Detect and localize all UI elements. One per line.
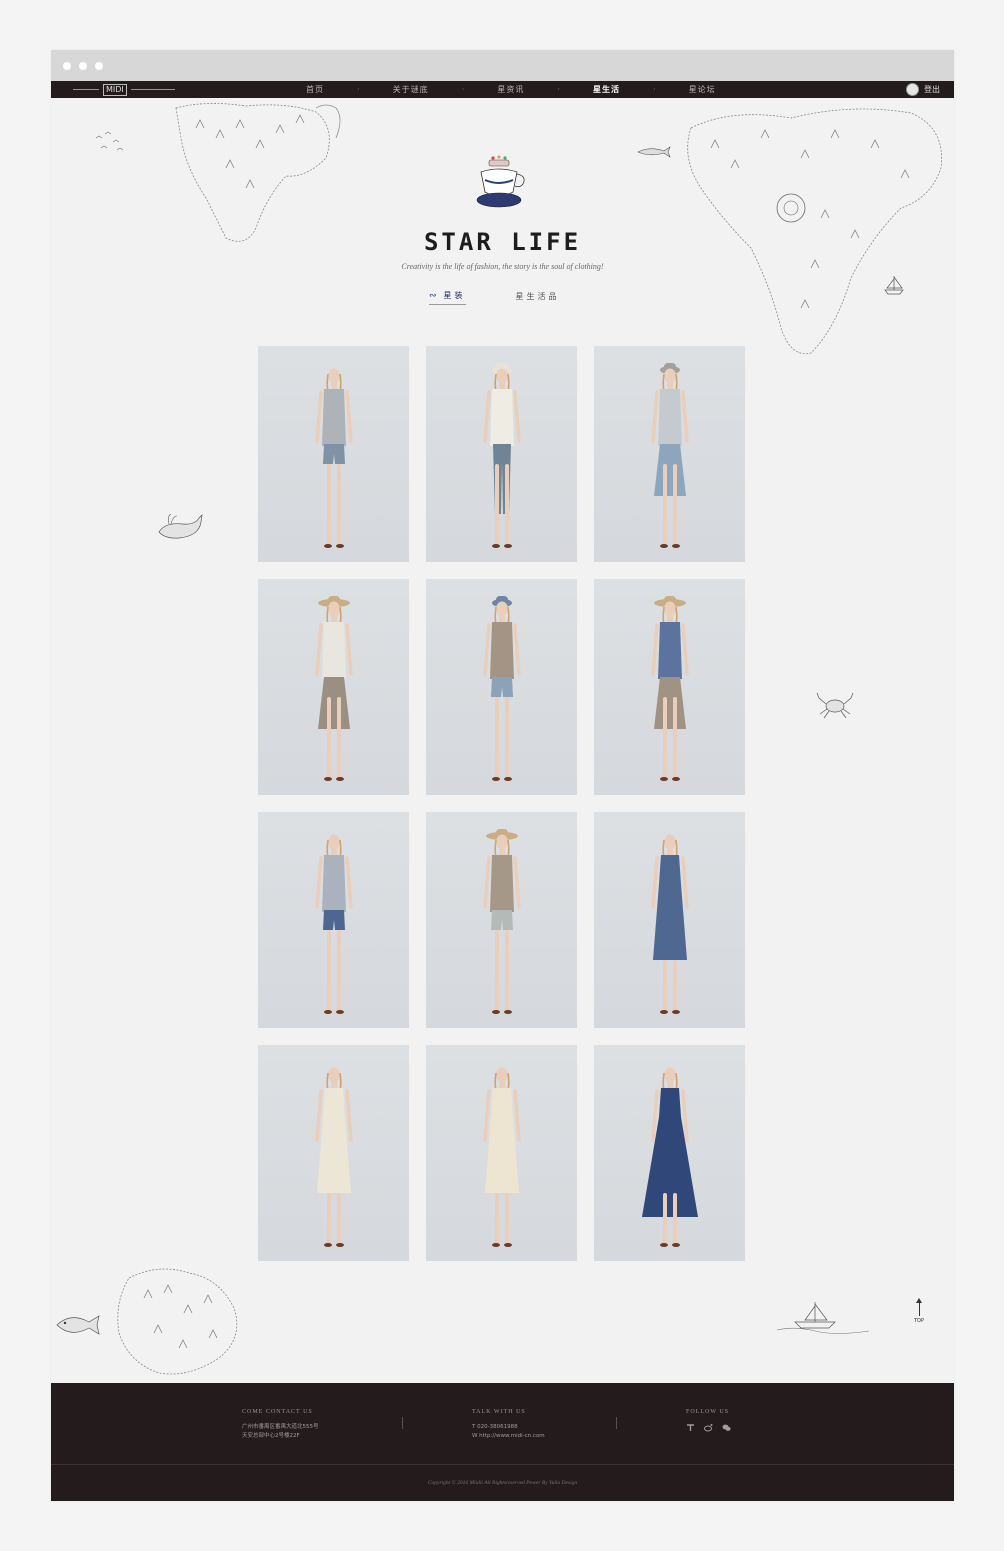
model-figure xyxy=(314,834,353,1014)
outfit-photo[interactable] xyxy=(426,812,577,1028)
outfit-photo[interactable] xyxy=(594,579,745,795)
whale-icon xyxy=(158,513,203,539)
tab-label: 星装 xyxy=(443,291,466,300)
site-logo[interactable]: MIDI xyxy=(73,83,175,96)
model-figure xyxy=(482,363,521,548)
page-title: STAR LIFE xyxy=(423,228,582,256)
footer: COME CONTACT US 广州市番禺区番禺大道北555号 天安总部中心2号… xyxy=(51,1383,954,1501)
arrow-up-icon xyxy=(915,1298,922,1316)
sailboat-icon xyxy=(884,276,904,295)
tab-star-fashion[interactable]: ∾ 星装 xyxy=(429,290,466,305)
tieba-icon[interactable] xyxy=(686,1423,695,1432)
outfit-photo[interactable] xyxy=(594,346,745,562)
weibo-icon[interactable] xyxy=(704,1423,713,1432)
nav-item-star-life[interactable]: 星生活 xyxy=(593,84,620,95)
footer-follow: FOLLOW US xyxy=(686,1409,731,1432)
logout-label: 登出 xyxy=(924,85,940,94)
outfit-photo[interactable] xyxy=(594,812,745,1028)
nav-separator: · xyxy=(357,85,360,94)
model-figure xyxy=(650,596,689,781)
copyright: Copyright © 2016 Miidii All Rightsreserv… xyxy=(427,1480,578,1486)
model-figure xyxy=(314,596,353,781)
model-figure xyxy=(482,596,521,781)
shark-icon xyxy=(637,146,671,158)
outfit-photo[interactable] xyxy=(594,1045,745,1261)
model-figure xyxy=(482,829,521,1014)
tab-star-lifestyle[interactable]: 星生活品 xyxy=(516,290,560,305)
footer-address-line2: 天安总部中心2号楼22F xyxy=(242,1433,300,1439)
back-to-top-button[interactable]: TOP xyxy=(909,1298,929,1324)
window-dot-maximize[interactable] xyxy=(95,62,103,70)
category-tabs: ∾ 星装 星生活品 xyxy=(429,290,560,305)
nav-menu: 首页 · 关于谜底 · 星资讯 · 星生活 · 星论坛 xyxy=(306,81,716,98)
footer-contact-title: COME CONTACT US xyxy=(242,1409,313,1415)
outfit-photo[interactable] xyxy=(258,346,409,562)
footer-website[interactable]: W http://www.midi-cn.com xyxy=(472,1432,545,1441)
nav-separator: · xyxy=(461,85,465,94)
browser-window: MIDI 首页 · 关于谜底 · 星资讯 · 星生活 · 星论坛 登出 STAR… xyxy=(51,50,954,1501)
ship-icon xyxy=(776,1302,870,1334)
fish-icon xyxy=(56,1315,100,1335)
footer-follow-title: FOLLOW US xyxy=(686,1409,730,1415)
nav-item-about[interactable]: 关于谜底 xyxy=(393,84,429,95)
crab-icon xyxy=(816,692,854,719)
footer-divider xyxy=(402,1417,403,1429)
footer-rule xyxy=(51,1464,954,1465)
outfit-photo[interactable] xyxy=(258,1045,409,1261)
nav-item-news[interactable]: 星资讯 xyxy=(497,84,524,95)
model-figure xyxy=(314,368,353,548)
footer-contact: COME CONTACT US 广州市番禺区番禺大道北555号 天安总部中心2号… xyxy=(242,1409,319,1441)
outfit-photo[interactable] xyxy=(426,579,577,795)
social-links xyxy=(686,1423,731,1432)
outfit-photo[interactable] xyxy=(426,1045,577,1261)
nav-item-home[interactable]: 首页 xyxy=(306,84,324,95)
footer-address-line1: 广州市番禺区番禺大道北555号 xyxy=(242,1424,319,1430)
window-dot-close[interactable] xyxy=(63,62,71,70)
nav-separator: · xyxy=(557,85,561,94)
model-figure xyxy=(482,1067,521,1247)
avatar xyxy=(906,83,919,96)
back-to-top-label: TOP xyxy=(913,1318,924,1324)
wechat-icon[interactable] xyxy=(722,1423,731,1432)
top-nav: MIDI 首页 · 关于谜底 · 星资讯 · 星生活 · 星论坛 登出 xyxy=(51,81,954,98)
nav-item-forum[interactable]: 星论坛 xyxy=(689,84,716,95)
nav-separator: · xyxy=(653,85,656,94)
footer-talk-title: TALK WITH US xyxy=(472,1409,526,1415)
main-content: STAR LIFE Creativity is the life of fash… xyxy=(51,98,954,1383)
footer-phone: T 020-38061988 xyxy=(472,1424,518,1430)
teacup-logo-icon xyxy=(476,155,525,208)
swirl-icon: ∾ xyxy=(429,290,440,301)
footer-talk: TALK WITH US T 020-38061988 W http://www… xyxy=(472,1409,545,1441)
bird-flock-icon xyxy=(95,131,124,151)
tab-label: 星生活品 xyxy=(515,291,560,301)
map-illustration-bottom-left xyxy=(117,1268,238,1375)
model-figure xyxy=(650,834,689,1014)
logout-button[interactable]: 登出 xyxy=(906,83,940,96)
model-figure xyxy=(314,1067,353,1247)
outfit-gallery xyxy=(258,346,745,1261)
window-chrome xyxy=(51,50,954,81)
window-dot-minimize[interactable] xyxy=(79,62,87,70)
outfit-photo[interactable] xyxy=(258,812,409,1028)
footer-divider xyxy=(616,1417,617,1429)
outfit-photo[interactable] xyxy=(258,579,409,795)
logo-mark: MIDI xyxy=(103,83,127,96)
model-figure xyxy=(650,363,689,548)
outfit-photo[interactable] xyxy=(426,346,577,562)
page-tagline: Creativity is the life of fashion, the s… xyxy=(401,262,604,271)
model-figure xyxy=(641,1067,698,1247)
